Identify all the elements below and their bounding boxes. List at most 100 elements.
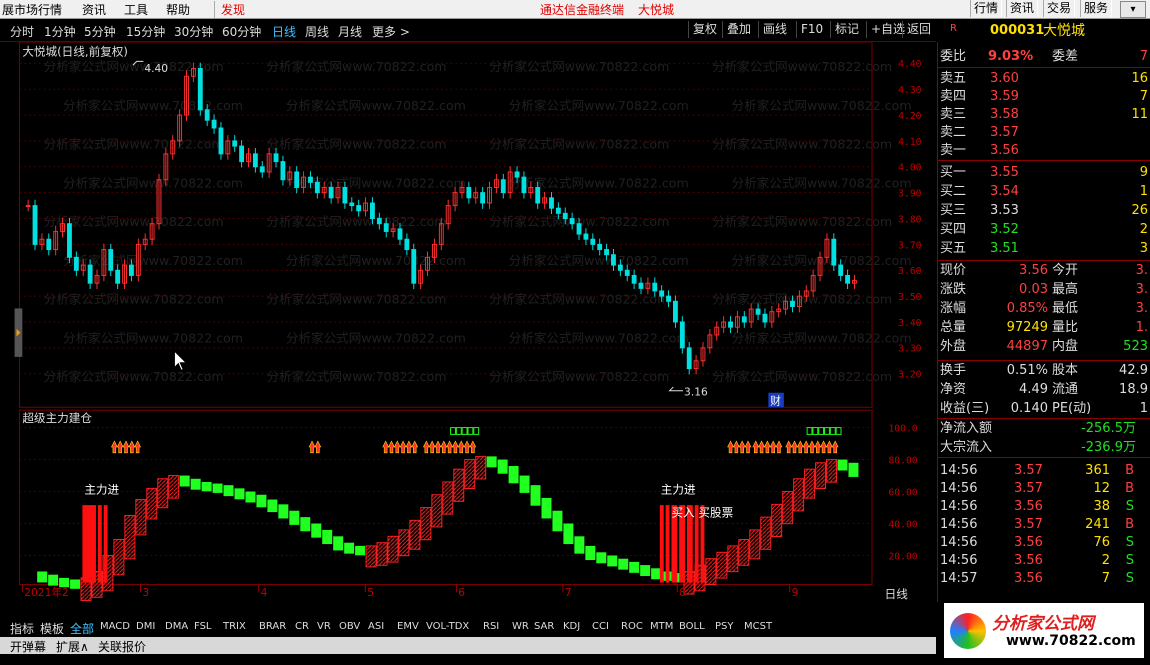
period-monthly[interactable]: 月线 [338,23,362,40]
watermark-text: 分析家公式网www.70822.com [44,369,224,384]
indicator-tab[interactable]: CCI [592,621,609,632]
indicator-tab[interactable]: DMA [165,621,188,632]
indicator-tab[interactable]: OBV [339,621,360,632]
indicator-tab[interactable]: MACD [100,621,130,632]
btn-fuquan[interactable]: 复权 [688,21,721,38]
price-tick: 3.70 [898,240,921,251]
up-arrow-icon [814,440,822,454]
indicator-tab[interactable]: 指标 [10,620,34,637]
candle-body [204,109,210,121]
indicator-tab[interactable]: MTM [650,621,673,632]
date-tick: 4 [261,586,268,599]
period-1min[interactable]: 1分钟 [44,23,76,40]
btn-overlay[interactable]: 叠加 [722,21,755,38]
buy-label: 买入 买股票 [671,506,733,520]
indicator-tab[interactable]: MCST [744,621,772,632]
period-more[interactable]: 更多 > [372,23,410,40]
signal-box [829,427,836,435]
indicator-tab[interactable]: WR [512,621,529,632]
menu-news[interactable]: 资讯 [82,1,106,18]
up-arrow-icon [116,440,124,454]
indicator-tab[interactable]: BOLL [679,621,705,632]
price-tick: 3.80 [898,214,921,225]
period-fenshi[interactable]: 分时 [10,23,34,40]
up-arrow-icon [308,440,316,454]
watermark-text: 分析家公式网www.70822.com [44,59,224,74]
btn-mark[interactable]: 标记 [830,21,863,38]
indicator-tab[interactable]: PSY [715,621,734,632]
menu-discover[interactable]: 发现 [214,1,245,18]
logo-text: 分析家公式网 [992,614,1094,634]
up-arrow-icon [831,440,839,454]
menu-market[interactable]: 展市场行情 [2,1,62,18]
indicator-tab[interactable]: TRIX [223,621,246,632]
indicator-bar [629,561,640,573]
btn-market[interactable]: 行情 [970,0,1003,17]
indicator-bar [398,529,410,557]
tick-row: 14:56 3.57 12 B [940,481,1134,496]
indicator-tab[interactable]: EMV [397,621,419,632]
indicator-bar [365,545,377,568]
up-arrow-icon [446,440,453,454]
period-daily[interactable]: 日线 [272,23,296,40]
btn-trade[interactable]: 交易 [1043,0,1076,17]
up-arrow-icon [769,440,777,454]
weibi-row: 委比 9.03% 委差 7 [940,49,1148,64]
indicator-bar [376,542,388,566]
period-30min[interactable]: 30分钟 [174,23,213,40]
indicator-tab[interactable]: VR [317,621,331,632]
btn-danmu[interactable]: 开弹幕 [10,638,46,655]
kline-chart[interactable]: 4.404.304.204.104.003.903.803.703.603.50… [0,42,936,602]
indicator-tab[interactable]: RSI [483,621,499,632]
btn-linked-quote[interactable]: 关联报价 [98,638,146,655]
indicator-tab[interactable]: CR [295,621,309,632]
indicator-tab[interactable]: ROC [621,621,643,632]
indicator-tab[interactable]: FSL [194,621,212,632]
watermark-text: 分析家公式网www.70822.com [712,59,892,74]
btn-f10[interactable]: F10 [796,21,827,38]
candle-body [845,274,851,284]
indicator-bar [738,539,750,566]
indicator-bar [760,516,772,550]
period-15min[interactable]: 15分钟 [126,23,165,40]
quote-row: 现价 3.56 今开 3. [940,263,1148,278]
window-control-icon[interactable]: ▾ [1120,1,1146,18]
finance-badge-text: 财 [770,394,781,407]
watermark-text: 分析家公式网www.70822.com [286,253,466,268]
indicator-bar [201,481,212,492]
indicator-tab[interactable]: KDJ [563,621,580,632]
sell-row: 卖三 3.58 11 [940,107,1148,122]
candle-body [755,308,761,315]
btn-news[interactable]: 资讯 [1006,0,1039,17]
btn-service[interactable]: 服务 [1080,0,1113,17]
candle-body [562,212,568,220]
indicator-tab[interactable]: BRAR [259,621,286,632]
indicator-tab[interactable]: 全部 [70,620,94,637]
indicator-bar [267,499,278,513]
indicator-tab[interactable]: ASI [368,621,384,632]
indicator-bar [442,481,454,515]
period-weekly[interactable]: 周线 [305,23,329,40]
indicator-bar [333,536,344,551]
up-arrow-icon [314,440,322,454]
btn-back[interactable]: 返回 [902,21,935,38]
period-60min[interactable]: 60分钟 [222,23,261,40]
candle-body [87,264,93,284]
indicator-bar [168,475,180,499]
candle-body [328,186,334,199]
btn-expand[interactable]: 扩展∧ [56,638,89,655]
indicator-bar [782,491,794,525]
menu-tools[interactable]: 工具 [124,1,148,18]
sell-row: 卖四 3.59 7 [940,89,1148,104]
period-5min[interactable]: 5分钟 [84,23,116,40]
candle-body [686,347,692,370]
candle-body [838,264,844,276]
indicator-bar [596,552,607,564]
btn-draw[interactable]: 画线 [758,21,791,38]
indicator-tab[interactable]: SAR [534,621,554,632]
menu-help[interactable]: 帮助 [166,1,190,18]
indicator-tab[interactable]: DMI [136,621,155,632]
bottom-toolbar: 开弹幕 扩展∧ 关联报价 [0,637,936,654]
indicator-tab[interactable]: VOL-TDX [426,621,469,632]
indicator-tab[interactable]: 模板 [40,620,64,637]
